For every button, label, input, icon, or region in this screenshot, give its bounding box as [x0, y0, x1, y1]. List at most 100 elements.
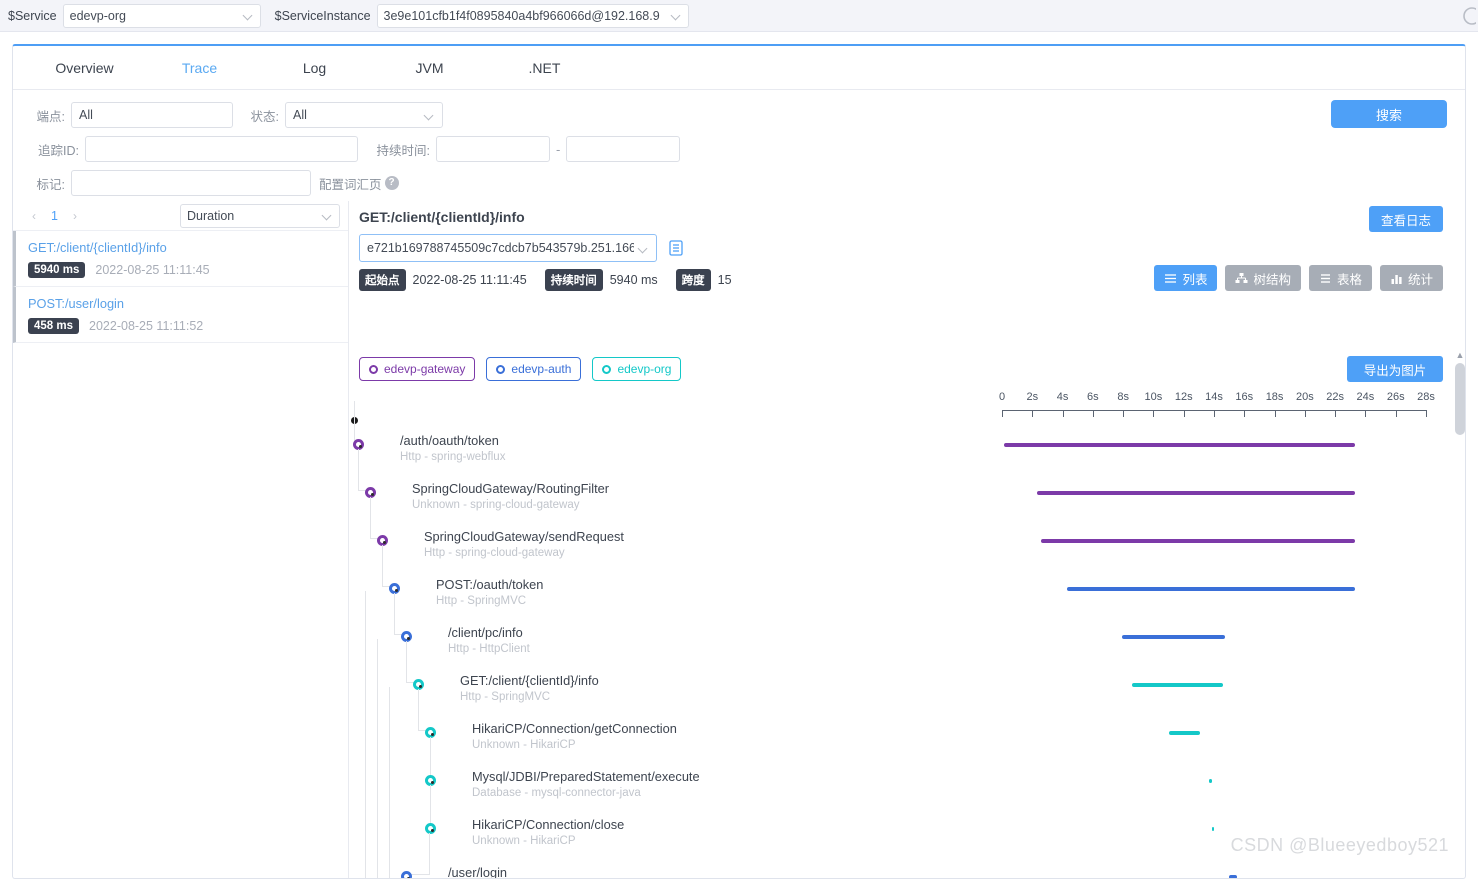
- axis-tick-mark: [1092, 410, 1094, 417]
- axis-tick-label: 0: [998, 391, 1006, 403]
- span-row[interactable]: POST:/oauth/token Http - SpringMVC: [349, 545, 1465, 619]
- span-name: SpringCloudGateway/RoutingFilter: [412, 481, 610, 496]
- tab-net[interactable]: .NET: [487, 46, 602, 90]
- axis-tick-label: 22s: [1326, 391, 1345, 403]
- tags-label: 标记:: [36, 177, 65, 192]
- axis-tick-mark: [1335, 410, 1337, 417]
- view-mode-statistics-button[interactable]: 统计: [1379, 265, 1443, 291]
- span-row[interactable]: GET:/client/{clientId}/info Http - Spring…: [349, 641, 1465, 715]
- view-mode-group: 列表 树结构 表格 统计: [1146, 265, 1443, 291]
- search-row-tags: 标记: 配置词汇页 ?: [27, 170, 1451, 196]
- span-row[interactable]: SpringCloudGateway/RoutingFilter Unknown …: [349, 449, 1465, 523]
- trace-detail-pane: GET:/client/{clientId}/info 查看日志 e721b16…: [349, 201, 1465, 879]
- service-legend: edevp-gateway edevp-auth edevp-org: [359, 357, 692, 381]
- scrollbar[interactable]: ▲: [1455, 349, 1465, 877]
- endpoint-input[interactable]: All: [71, 102, 233, 128]
- sort-select-value: Duration: [187, 208, 235, 223]
- legend-chip-gateway[interactable]: edevp-gateway: [359, 357, 476, 381]
- view-mode-table-label: 表格: [1336, 272, 1362, 287]
- prev-page-button[interactable]: ‹: [23, 209, 45, 223]
- page-number[interactable]: 1: [45, 209, 64, 223]
- refresh-icon[interactable]: [1456, 6, 1476, 26]
- search-row-endpoint-status: 端点: All 状态: All: [27, 102, 1451, 128]
- trace-item-time: 2022-08-25 11:11:45: [95, 263, 210, 277]
- trace-id-row: e721b169788745509c7cdcb7b543579b.251.166…: [359, 234, 685, 262]
- status-badge: 458 ms: [28, 318, 80, 334]
- tab-trace[interactable]: Trace: [142, 46, 257, 90]
- view-mode-statistics-label: 统计: [1407, 272, 1433, 287]
- trace-stats: 起始点 2022-08-25 11:11:45 持续时间 5940 ms 跨度 …: [359, 269, 750, 291]
- time-axis: 0 2s 4s 6s 8s 10s 12s 14s 16s 18s 20s 22s 24s 26s 28s: [349, 391, 1465, 421]
- span-duration-bar: [1067, 587, 1355, 591]
- span-duration-bar: [1229, 875, 1237, 878]
- search-button[interactable]: 搜索: [1331, 100, 1447, 128]
- view-mode-list-button[interactable]: 列表: [1154, 265, 1218, 291]
- copy-icon[interactable]: [667, 239, 685, 257]
- tree-connector: [418, 689, 430, 731]
- axis-tick-mark: [1304, 410, 1306, 417]
- duration-from-input[interactable]: [436, 136, 550, 162]
- span-duration-bar: [1121, 635, 1225, 639]
- list-item[interactable]: POST:/user/login 458 ms 2022-08-25 11:11…: [13, 287, 348, 343]
- axis-tick-label: 8s: [1117, 391, 1129, 403]
- tree-connector: [354, 401, 358, 443]
- duration-tag-value: 5940 ms: [609, 273, 658, 287]
- legend-chip-auth[interactable]: edevp-auth: [486, 357, 582, 381]
- scrollbar-thumb[interactable]: [1455, 363, 1465, 435]
- tags-input[interactable]: [71, 170, 311, 196]
- span-component: Http - HttpClient: [448, 643, 530, 655]
- view-mode-tree-label: 树结构: [1253, 272, 1291, 287]
- service-instance-select-value: 3e9e101cfb1f4f0895840a4bf966066d@192.168…: [383, 8, 660, 23]
- axis-tick-label: 2s: [1026, 391, 1039, 403]
- list-item[interactable]: GET:/client/{clientId}/info 5940 ms 2022…: [13, 231, 348, 287]
- legend-chip-org-label: edevp-org: [617, 362, 672, 376]
- span-component: Http - spring-webflux: [400, 451, 506, 463]
- view-logs-button[interactable]: 查看日志: [1369, 206, 1443, 232]
- spans-value: 15: [717, 273, 732, 287]
- axis-tick-label: 16s: [1235, 391, 1254, 403]
- status-select[interactable]: All: [285, 102, 443, 128]
- span-name: /client/pc/info: [448, 625, 523, 640]
- tab-jvm[interactable]: JVM: [372, 46, 487, 90]
- tree-icon: [1235, 272, 1248, 285]
- span-row[interactable]: Mysql/JDBI/PreparedStatement/execute Data…: [349, 737, 1465, 811]
- circle-icon: [496, 364, 506, 374]
- span-duration-bar: [1168, 731, 1201, 735]
- next-page-button[interactable]: ›: [64, 209, 86, 223]
- axis-tick-label: 18s: [1265, 391, 1284, 403]
- trace-item-meta: 5940 ms 2022-08-25 11:11:45: [28, 262, 338, 278]
- span-row[interactable]: /auth/oauth/token Http - spring-webflux: [349, 401, 1465, 475]
- content-split: ‹ 1 › Duration GET:/client/{clientId}/in…: [13, 201, 1465, 879]
- duration-to-input[interactable]: [566, 136, 681, 162]
- span-row[interactable]: /client/pc/info Http - HttpClient: [349, 593, 1465, 667]
- span-name: /user/login: [448, 865, 508, 879]
- list-icon: [1164, 272, 1177, 285]
- service-instance-select[interactable]: 3e9e101cfb1f4f0895840a4bf966066d@192.168…: [376, 3, 689, 28]
- question-mark-icon[interactable]: ?: [384, 176, 399, 190]
- service-select[interactable]: edevp-org: [62, 3, 261, 28]
- view-mode-tree-button[interactable]: 树结构: [1225, 265, 1301, 291]
- sort-select[interactable]: Duration: [180, 203, 340, 228]
- span-row[interactable]: /user/loginHttp - HttpClient: [349, 833, 1465, 879]
- axis-tick-mark: [1244, 410, 1246, 417]
- span-duration-bar: [1041, 539, 1355, 543]
- axis-tick-mark: [1032, 410, 1034, 417]
- span-row[interactable]: SpringCloudGateway/sendRequest Http - spr…: [349, 497, 1465, 571]
- export-image-button[interactable]: 导出为图片: [1347, 356, 1443, 382]
- axis-tick-mark: [1183, 410, 1185, 417]
- view-mode-table-button[interactable]: 表格: [1308, 265, 1372, 291]
- legend-chip-org[interactable]: edevp-org: [592, 357, 682, 381]
- traceid-input[interactable]: [85, 136, 358, 162]
- axis-tick-label: 14s: [1205, 391, 1223, 403]
- spans-label: 跨度: [675, 269, 711, 291]
- tab-log[interactable]: Log: [257, 46, 372, 90]
- tab-overview[interactable]: Overview: [27, 46, 142, 90]
- trace-id-select[interactable]: e721b169788745509c7cdcb7b543579b.251.166…: [359, 234, 657, 262]
- start-time-label: 起始点: [359, 269, 406, 291]
- tree-connector: [406, 641, 418, 683]
- traceid-label: 追踪ID:: [38, 143, 79, 158]
- configure-glossary-link[interactable]: 配置词汇页 ?: [319, 174, 399, 193]
- trace-item-time: 2022-08-25 11:11:52: [89, 319, 204, 333]
- span-row[interactable]: HikariCP/Connection/getConnection Unknown…: [349, 689, 1465, 763]
- scroll-up-arrow[interactable]: ▲: [1455, 349, 1465, 361]
